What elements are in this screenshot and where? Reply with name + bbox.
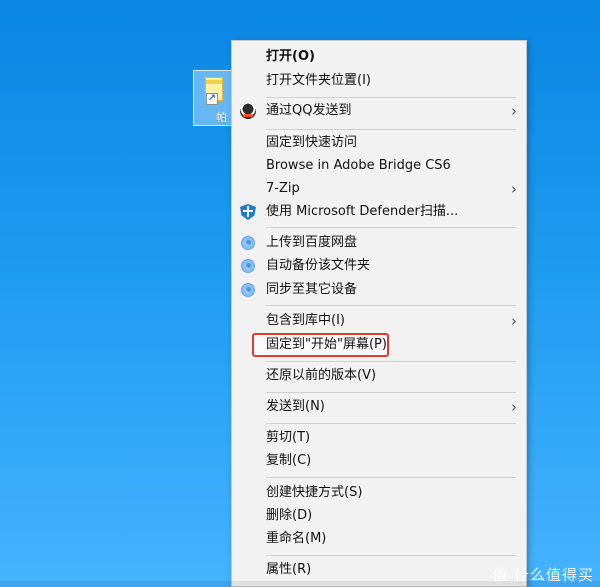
menu-separator [266, 555, 516, 556]
menu-item-open-folder-location[interactable]: 打开文件夹位置(I) [232, 70, 526, 92]
menu-separator [266, 129, 516, 130]
menu-item-send-to[interactable]: 发送到(N) › [232, 396, 526, 418]
menu-separator [266, 423, 516, 424]
cloud-sync-icon [241, 283, 255, 297]
chevron-right-icon: › [511, 312, 517, 330]
menu-item-label: 上传到百度网盘 [266, 235, 358, 250]
chevron-right-icon: › [511, 102, 517, 120]
menu-separator [266, 97, 516, 98]
menu-item-label: 属性(R) [266, 562, 312, 577]
menu-separator [266, 361, 516, 362]
desktop-background: ↗ 帕 打开(O) 打开文件夹位置(I) 通过QQ发送到 › 固定到快速访问 B… [0, 0, 600, 587]
menu-item-label: 发送到(N) [266, 399, 325, 414]
menu-item-label: 打开文件夹位置(I) [266, 73, 371, 88]
menu-separator [266, 477, 516, 478]
menu-item-label: 固定到"开始"屏幕(P) [266, 337, 387, 352]
menu-item-delete[interactable]: 删除(D) [232, 505, 526, 527]
menu-separator [266, 392, 516, 393]
menu-item-adobe-bridge[interactable]: Browse in Adobe Bridge CS6 [232, 155, 526, 177]
menu-item-pin-quick-access[interactable]: 固定到快速访问 [232, 132, 526, 154]
shield-icon [240, 204, 256, 220]
menu-item-label: 7-Zip [266, 181, 300, 196]
shortcut-arrow-icon: ↗ [206, 93, 218, 105]
menu-item-upload-baidu[interactable]: 上传到百度网盘 [232, 232, 526, 254]
menu-item-open[interactable]: 打开(O) [232, 46, 526, 68]
menu-item-defender-scan[interactable]: 使用 Microsoft Defender扫描... [232, 201, 526, 223]
menu-item-properties[interactable]: 属性(R) [232, 559, 526, 581]
context-menu: 打开(O) 打开文件夹位置(I) 通过QQ发送到 › 固定到快速访问 Brows… [231, 40, 527, 587]
menu-item-include-in-library[interactable]: 包含到库中(I) › [232, 310, 526, 332]
qq-icon [240, 103, 256, 119]
menu-separator [266, 305, 516, 306]
menu-item-7zip[interactable]: 7-Zip › [232, 178, 526, 200]
menu-separator [266, 227, 516, 228]
menu-item-label: 剪切(T) [266, 430, 311, 445]
menu-item-send-via-qq[interactable]: 通过QQ发送到 › [232, 100, 526, 122]
menu-item-label: 自动备份该文件夹 [266, 258, 371, 273]
menu-item-copy[interactable]: 复制(C) [232, 450, 526, 472]
menu-item-label: 同步至其它设备 [266, 282, 358, 297]
menu-item-sync-devices[interactable]: 同步至其它设备 [232, 279, 526, 301]
cloud-sync-icon [241, 236, 255, 250]
desktop-folder-shortcut[interactable]: ↗ 帕 [193, 70, 233, 126]
menu-item-auto-backup-folder[interactable]: 自动备份该文件夹 [232, 255, 526, 277]
menu-item-create-shortcut[interactable]: 创建快捷方式(S) [232, 482, 526, 504]
menu-item-label: 包含到库中(I) [266, 313, 345, 328]
menu-item-restore-previous-versions[interactable]: 还原以前的版本(V) [232, 365, 526, 387]
menu-item-label: Browse in Adobe Bridge CS6 [266, 158, 451, 173]
menu-item-label: 复制(C) [266, 453, 312, 468]
menu-item-label: 固定到快速访问 [266, 135, 358, 150]
menu-item-rename[interactable]: 重命名(M) [232, 528, 526, 550]
watermark: 值 什么值得买 [492, 566, 594, 584]
menu-item-label: 重命名(M) [266, 531, 327, 546]
menu-item-label: 删除(D) [266, 508, 313, 523]
menu-item-cut[interactable]: 剪切(T) [232, 427, 526, 449]
menu-item-label: 创建快捷方式(S) [266, 485, 363, 500]
chevron-right-icon: › [511, 180, 517, 198]
desktop-icon-label: 帕 [216, 111, 227, 124]
menu-item-label: 还原以前的版本(V) [266, 368, 377, 383]
menu-item-label: 打开(O) [266, 49, 315, 64]
cloud-sync-icon [241, 259, 255, 273]
menu-item-label: 通过QQ发送到 [266, 103, 352, 118]
menu-item-pin-to-start[interactable]: 固定到"开始"屏幕(P) [262, 334, 526, 356]
menu-item-label: 使用 Microsoft Defender扫描... [266, 204, 459, 219]
chevron-right-icon: › [511, 398, 517, 416]
